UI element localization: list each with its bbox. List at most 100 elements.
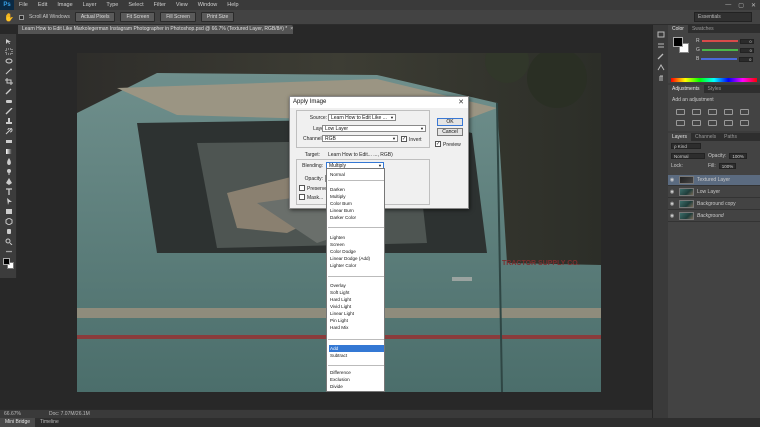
doc-size[interactable]: Doc: 7.07M/26.1M <box>49 411 90 417</box>
layer-row-low[interactable]: ◉ Low Layer <box>668 187 760 198</box>
blend-option[interactable]: Linear Burn <box>329 207 384 214</box>
3d-tool-icon[interactable] <box>3 218 14 225</box>
actual-pixels-button[interactable]: Actual Pixels <box>74 12 116 22</box>
close-tab-icon[interactable]: × <box>290 26 293 32</box>
pen-tool-icon[interactable] <box>3 178 14 185</box>
menu-image[interactable]: Image <box>52 2 77 8</box>
menu-layer[interactable]: Layer <box>78 2 102 8</box>
invert-checkbox[interactable]: ✓ <box>401 136 407 142</box>
close-window-icon[interactable]: ✕ <box>751 2 756 9</box>
blend-option[interactable]: Color Burn <box>329 200 384 207</box>
menu-view[interactable]: View <box>171 2 193 8</box>
zoom-tool-icon[interactable] <box>3 238 14 245</box>
layer-kind-filter[interactable]: ρ Kind <box>671 143 701 149</box>
menu-window[interactable]: Window <box>193 2 223 8</box>
document-tab[interactable]: Learn How to Edit Like Markolegerman Ins… <box>18 25 293 34</box>
fit-screen-button[interactable]: Fit Screen <box>120 12 156 22</box>
blend-option[interactable]: Normal <box>329 171 384 178</box>
hue-saturation-icon[interactable] <box>676 120 685 126</box>
layer-select[interactable]: Low Layer ▼ <box>322 125 426 132</box>
blend-option[interactable]: Subtract <box>329 352 384 359</box>
quick-select-tool-icon[interactable] <box>3 68 14 75</box>
tab-color[interactable]: Color <box>668 25 688 33</box>
blend-option[interactable]: Darker Color <box>329 214 384 221</box>
blend-option[interactable]: Linear Light <box>329 310 384 317</box>
rectangle-tool-icon[interactable] <box>3 208 14 215</box>
eraser-tool-icon[interactable] <box>3 138 14 145</box>
tab-adjustments[interactable]: Adjustments <box>668 85 704 93</box>
dodge-tool-icon[interactable] <box>3 168 14 175</box>
red-slider[interactable] <box>701 40 738 42</box>
brush-tool-icon[interactable] <box>3 108 14 115</box>
cancel-button[interactable]: Cancel <box>437 128 463 136</box>
character-panel-icon[interactable] <box>657 64 665 71</box>
blend-option[interactable]: Exclusion <box>329 376 384 383</box>
hand-tool-icon[interactable]: ✋ <box>4 13 14 22</box>
layer-row-background-copy[interactable]: ◉ Background copy <box>668 199 760 210</box>
vibrance-icon[interactable] <box>740 109 749 115</box>
blue-value[interactable]: 0 <box>739 56 754 62</box>
workspace-dropdown[interactable]: Essentials <box>694 12 752 22</box>
healing-brush-tool-icon[interactable] <box>3 98 14 105</box>
blend-option[interactable]: Hard Light <box>329 296 384 303</box>
visibility-eye-icon[interactable]: ◉ <box>668 201 676 207</box>
blend-option[interactable]: Divide <box>329 383 384 390</box>
gradient-tool-icon[interactable] <box>3 148 14 155</box>
blend-option[interactable]: Lighter Color <box>329 262 384 269</box>
brush-panel-icon[interactable] <box>657 53 665 60</box>
blend-option[interactable]: Soft Light <box>329 289 384 296</box>
tab-mini-bridge[interactable]: Mini Bridge <box>0 418 36 427</box>
channel-mixer-icon[interactable] <box>740 120 749 126</box>
blend-option[interactable]: Pin Light <box>329 317 384 324</box>
green-value[interactable]: 0 <box>739 47 754 53</box>
layer-row-textured[interactable]: ◉ Textured Layer <box>668 175 760 186</box>
path-select-tool-icon[interactable] <box>3 198 14 205</box>
curves-icon[interactable] <box>708 109 717 115</box>
blend-option[interactable]: Vivid Light <box>329 303 384 310</box>
blend-option[interactable]: Darken <box>329 186 384 193</box>
type-tool-icon[interactable] <box>3 188 14 195</box>
history-brush-tool-icon[interactable] <box>3 128 14 135</box>
properties-panel-icon[interactable] <box>657 42 665 49</box>
blue-slider[interactable] <box>701 58 738 60</box>
move-tool-icon[interactable] <box>3 38 14 45</box>
tab-swatches[interactable]: Swatches <box>688 25 718 33</box>
tab-paths[interactable]: Paths <box>720 133 741 141</box>
zoom-level[interactable]: 66.67% <box>4 411 21 417</box>
photo-filter-icon[interactable] <box>724 120 733 126</box>
blend-option[interactable]: Linear Dodge (Add) <box>329 255 384 262</box>
blend-option[interactable]: Multiply <box>329 193 384 200</box>
visibility-eye-icon[interactable]: ◉ <box>668 213 676 219</box>
menu-edit[interactable]: Edit <box>33 2 52 8</box>
layer-blend-mode[interactable]: Normal <box>671 153 705 159</box>
blend-option[interactable]: Difference <box>329 369 384 376</box>
blend-option[interactable]: Color Dodge <box>329 248 384 255</box>
blend-option[interactable]: Hard Mix <box>329 324 384 331</box>
tab-channels[interactable]: Channels <box>691 133 720 141</box>
menu-file[interactable]: File <box>14 2 33 8</box>
fill-value[interactable]: 100% <box>718 163 737 169</box>
paragraph-panel-icon[interactable] <box>657 75 665 82</box>
channel-select[interactable]: RGB ▼ <box>322 135 398 142</box>
visibility-eye-icon[interactable]: ◉ <box>668 189 676 195</box>
minimize-icon[interactable]: — <box>725 2 731 8</box>
tab-layers[interactable]: Layers <box>668 133 692 141</box>
crop-tool-icon[interactable] <box>3 78 14 85</box>
fill-screen-button[interactable]: Fill Screen <box>160 12 196 22</box>
history-panel-icon[interactable] <box>657 31 665 38</box>
blend-option[interactable]: Overlay <box>329 282 384 289</box>
print-size-button[interactable]: Print Size <box>200 12 235 22</box>
color-balance-icon[interactable] <box>692 120 701 126</box>
layer-row-background[interactable]: ◉ Background <box>668 211 760 222</box>
menu-filter[interactable]: Filter <box>149 2 171 8</box>
preserve-checkbox[interactable] <box>299 185 305 191</box>
dialog-close-icon[interactable]: ✕ <box>458 98 464 106</box>
opacity-value[interactable]: 100% <box>729 153 747 159</box>
ok-button[interactable]: OK <box>437 118 463 126</box>
tab-styles[interactable]: Styles <box>704 85 726 93</box>
source-select[interactable]: Learn How to Edit Like ... ▼ <box>328 114 396 121</box>
visibility-eye-icon[interactable]: ◉ <box>668 177 676 183</box>
menu-select[interactable]: Select <box>123 2 148 8</box>
tab-timeline[interactable]: Timeline <box>35 418 64 427</box>
brightness-icon[interactable] <box>676 109 685 115</box>
